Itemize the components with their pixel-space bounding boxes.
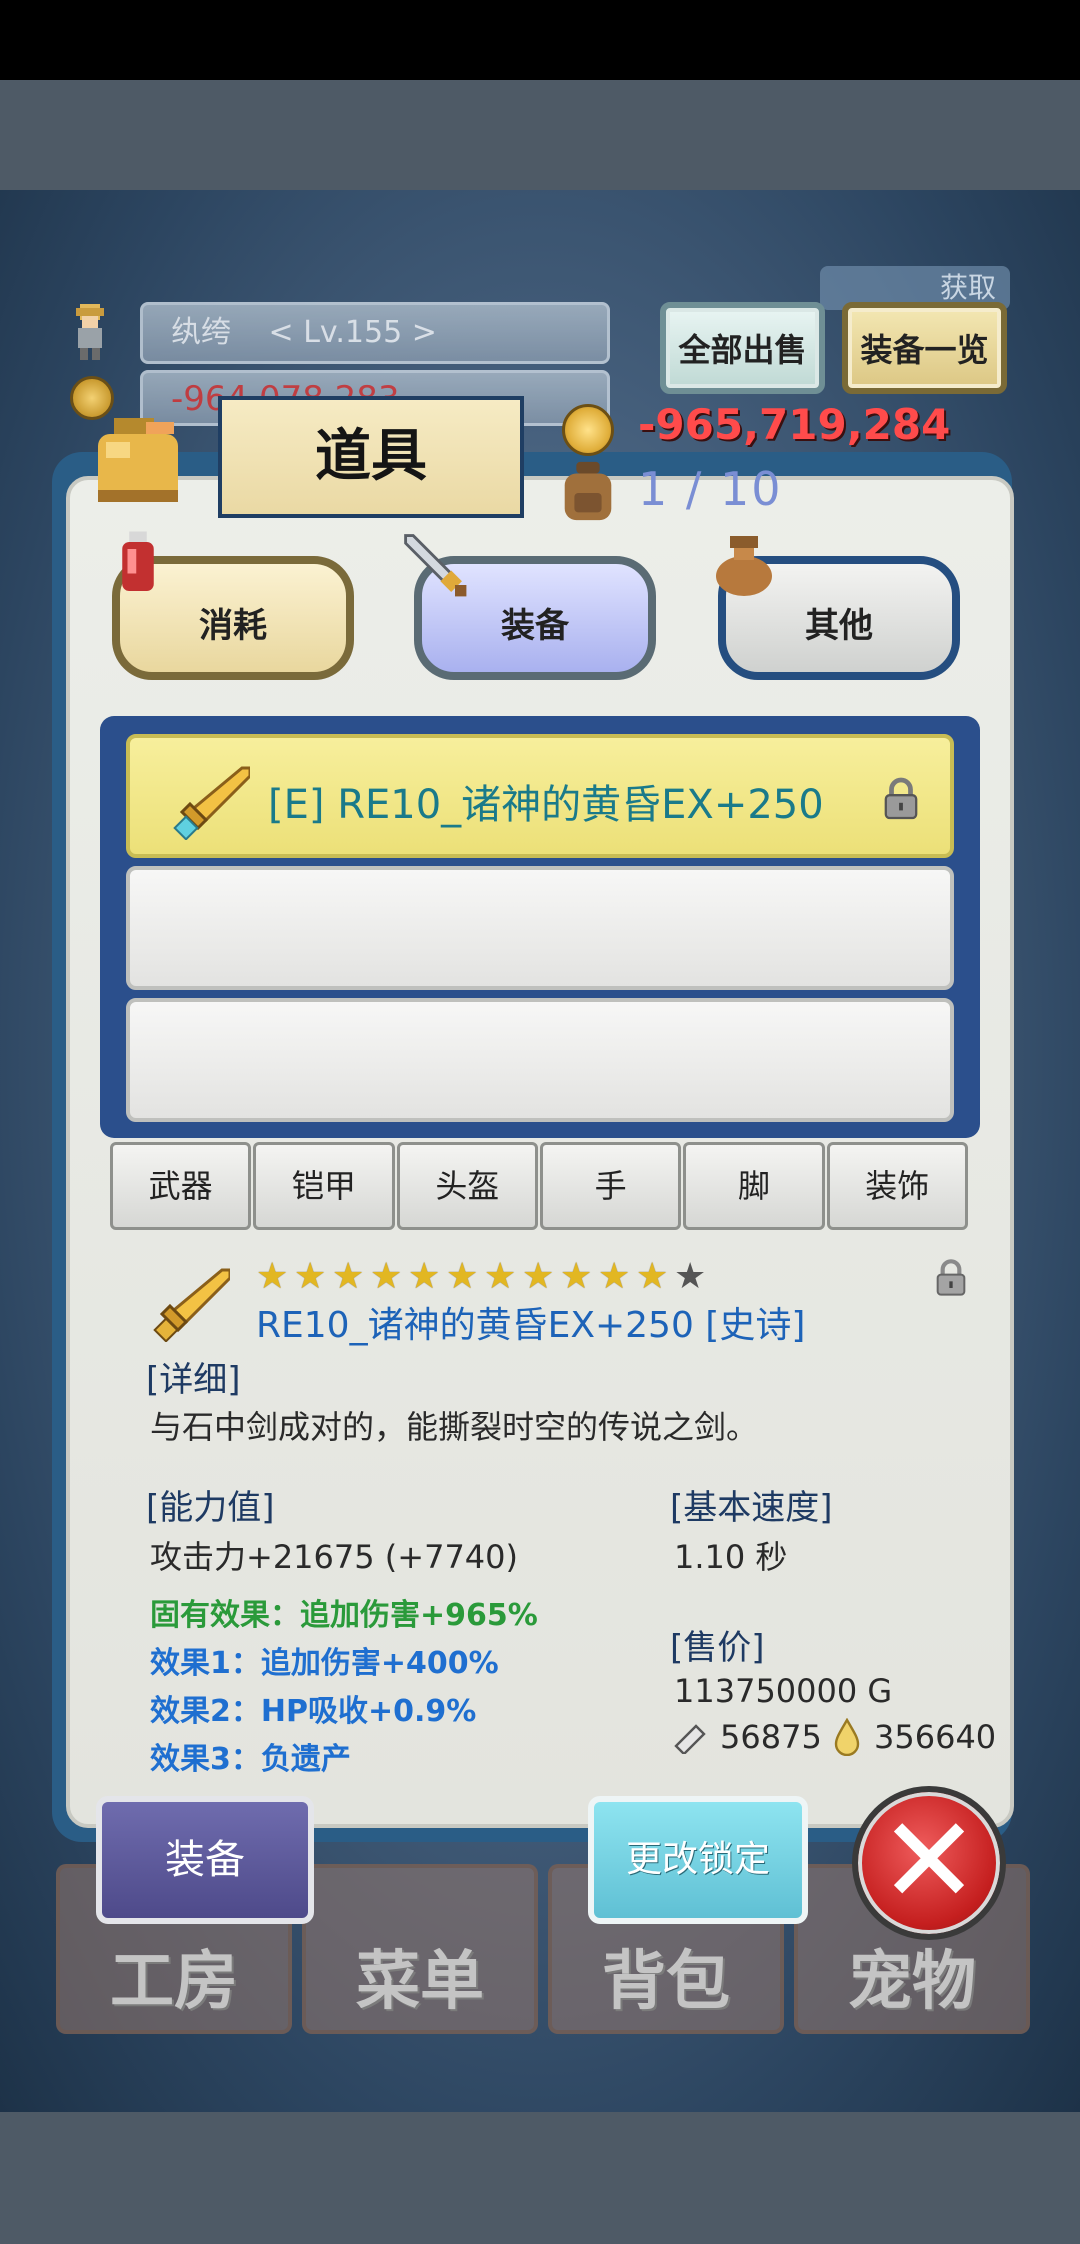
status-bar: [0, 0, 1080, 80]
player-name: 纨绔: [171, 315, 231, 350]
item-list: [E] RE10_诸神的黄昏EX+250: [100, 716, 980, 1138]
star-icon: ★: [370, 1256, 403, 1297]
ore-icon: [674, 1724, 706, 1754]
category-hand[interactable]: 手: [539, 1142, 682, 1230]
star-icon: ★: [294, 1256, 327, 1297]
price-drop: 356640: [874, 1718, 997, 1756]
category-armor[interactable]: 铠甲: [253, 1142, 395, 1230]
inherent-effect: 固有效果：追加伤害+965%: [150, 1598, 538, 1633]
top-band: [0, 80, 1080, 190]
nav-label: 工房: [110, 1945, 238, 2019]
potion-icon: [122, 531, 154, 591]
star-icon: ★: [522, 1256, 555, 1297]
nav-menu[interactable]: 菜单: [302, 1864, 538, 2034]
category-weapon[interactable]: 武器: [110, 1142, 252, 1230]
speed-header: [基本速度]: [670, 1488, 833, 1528]
star-icon: ★: [332, 1256, 365, 1297]
attack-stat: 攻击力+21675 (+7740): [150, 1538, 519, 1576]
star-icon: ★: [484, 1256, 517, 1297]
gold-coin-icon: [562, 404, 614, 456]
star-empty-icon: ★: [674, 1256, 707, 1297]
player-name-box: 纨绔 < Lv.155 >: [140, 302, 610, 364]
equip-list-button[interactable]: 装备一览: [842, 302, 1007, 394]
attack-speed: 1.10 秒: [674, 1538, 788, 1576]
nav-label: 宠物: [848, 1945, 976, 2019]
price-ore: 56875: [720, 1718, 822, 1756]
detail-header: [详细]: [146, 1360, 241, 1400]
lock-icon[interactable]: [882, 776, 920, 822]
item-title: RE10_诸神的黄昏EX+250 [史诗]: [256, 1305, 806, 1346]
lock-icon[interactable]: [934, 1258, 968, 1298]
price-header: [售价]: [670, 1628, 765, 1668]
item-bag-icon: [98, 418, 178, 502]
close-button[interactable]: ✕: [852, 1786, 1006, 1940]
player-level: < Lv.155 >: [268, 315, 437, 350]
star-icon: ★: [636, 1256, 669, 1297]
inventory-capacity: 1 / 10: [638, 462, 783, 516]
backpack-icon: [564, 461, 612, 521]
star-icon: ★: [408, 1256, 441, 1297]
nav-label: 菜单: [356, 1945, 484, 2019]
panel-title: 道具: [218, 396, 524, 518]
close-icon: ✕: [878, 1792, 980, 1931]
golden-sword-icon: [173, 766, 250, 840]
item-slot-empty[interactable]: [126, 866, 954, 990]
item-slot-empty[interactable]: [126, 998, 954, 1122]
player-avatar-icon: [76, 304, 104, 360]
equip-button[interactable]: 装备: [96, 1796, 314, 1924]
item-description: 与石中剑成对的，能撕裂时空的传说之剑。: [150, 1408, 759, 1446]
category-accessory[interactable]: 装饰: [826, 1142, 968, 1230]
pouch-icon: [716, 536, 772, 596]
effect-2: 效果2：HP吸收+0.9%: [150, 1694, 477, 1729]
star-icon: ★: [446, 1256, 479, 1297]
star-icon: ★: [560, 1256, 593, 1297]
item-name: [E] RE10_诸神的黄昏EX+250: [268, 782, 824, 828]
golden-sword-icon: [153, 1268, 230, 1342]
effect-3: 效果3：负遗产: [150, 1742, 351, 1777]
rarity-stars: ★ ★ ★ ★ ★ ★ ★ ★ ★ ★ ★ ★: [256, 1258, 712, 1296]
sword-icon: [404, 534, 467, 597]
category-helmet[interactable]: 头盔: [396, 1142, 538, 1230]
ability-header: [能力值]: [146, 1488, 275, 1528]
category-foot[interactable]: 脚: [683, 1142, 825, 1230]
item-slot-equipped[interactable]: [E] RE10_诸神的黄昏EX+250: [126, 734, 954, 858]
nav-label: 背包: [602, 1945, 730, 2019]
change-lock-button[interactable]: 更改锁定: [588, 1796, 808, 1924]
category-filter-bar: 武器 铠甲 头盔 手 脚 装饰: [110, 1142, 970, 1230]
sell-all-button[interactable]: 全部出售: [660, 302, 825, 394]
gold-amount: -965,719,284: [638, 400, 951, 449]
star-icon: ★: [256, 1256, 289, 1297]
effect-1: 效果1：追加伤害+400%: [150, 1646, 499, 1681]
price-gold: 113750000 G: [674, 1672, 893, 1710]
star-icon: ★: [598, 1256, 631, 1297]
drop-icon: [834, 1718, 860, 1756]
bottom-band: [0, 2112, 1080, 2244]
